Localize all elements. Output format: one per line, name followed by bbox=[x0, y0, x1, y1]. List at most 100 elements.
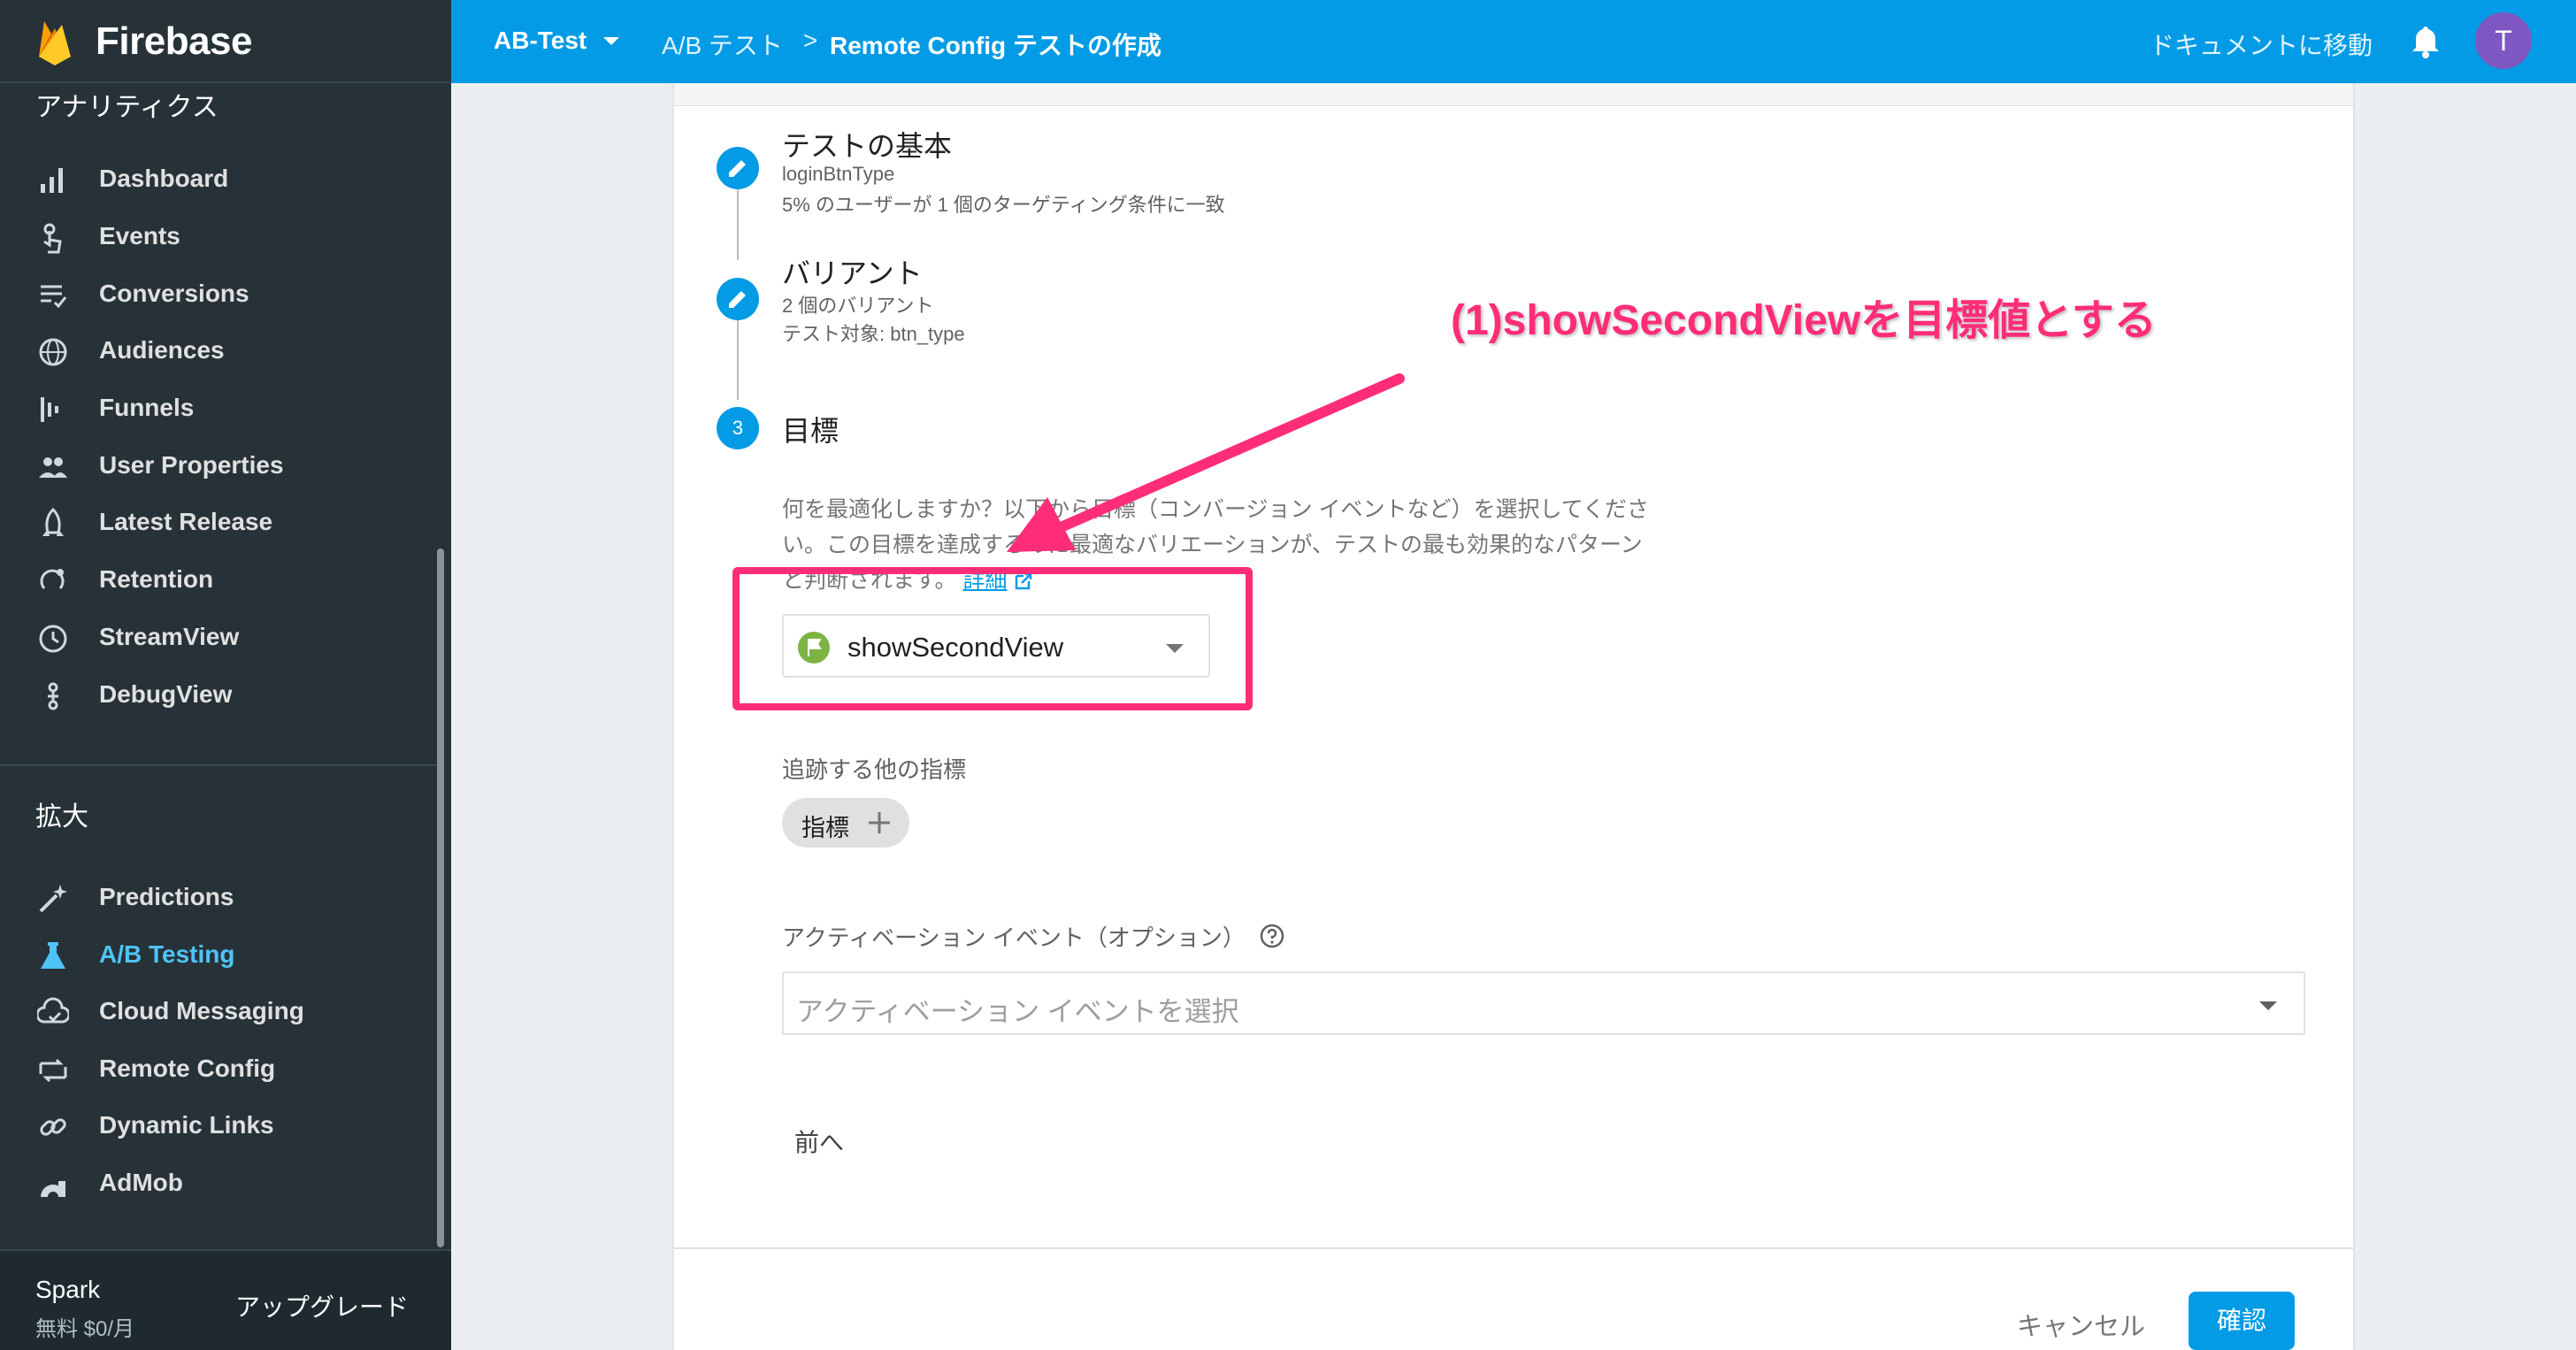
sidebar-item-events[interactable]: Events bbox=[0, 210, 433, 266]
remote-config-icon bbox=[39, 1058, 67, 1083]
sidebar-item-dashboard[interactable]: Dashboard bbox=[0, 152, 433, 209]
sidebar-item-label: Cloud Messaging bbox=[99, 997, 304, 1024]
confirm-button[interactable]: 確認 bbox=[2189, 1292, 2295, 1350]
goal-description-line: 何を最適化しますか？以下から目標（コンバージョン イベントなど）を選択してくださ bbox=[782, 497, 1649, 522]
sidebar-scrollbar[interactable] bbox=[437, 548, 444, 1247]
sidebar-item-label: Latest Release bbox=[99, 508, 273, 535]
sidebar-item-label: Events bbox=[99, 222, 180, 249]
sidebar-item-label: Predictions bbox=[99, 883, 234, 910]
plan-area: Spark 無料 $0/月 アップグレード bbox=[0, 1249, 451, 1350]
stepper-line bbox=[737, 189, 739, 260]
sidebar-item-label: User Properties bbox=[99, 451, 284, 479]
chevron-down-icon bbox=[2259, 1001, 2277, 1010]
breadcrumb-separator: > bbox=[803, 27, 818, 54]
plan-name: Spark bbox=[35, 1276, 101, 1303]
breadcrumb-current: Remote Config テストの作成 bbox=[830, 32, 1162, 59]
funnel-icon bbox=[41, 397, 58, 422]
plus-icon bbox=[869, 812, 890, 833]
firebase-logo-icon bbox=[39, 21, 71, 65]
cloud-icon bbox=[37, 997, 69, 1024]
sidebar-item-latest-release[interactable]: Latest Release bbox=[0, 495, 433, 552]
app-name: Firebase bbox=[96, 19, 252, 63]
sidebar-item-funnels[interactable]: Funnels bbox=[0, 381, 433, 438]
section-grow: 拡大 bbox=[35, 802, 88, 832]
top-header: AB-Test A/B テスト > Remote Config テストの作成 ド… bbox=[451, 0, 2576, 83]
sidebar-item-streamview[interactable]: StreamView bbox=[0, 610, 433, 667]
chevron-down-icon[interactable] bbox=[603, 37, 619, 45]
globe-icon bbox=[39, 338, 67, 366]
test-creation-card bbox=[674, 83, 2353, 1350]
step-3-title: 目標 bbox=[782, 415, 840, 447]
step-2-title: バリアント bbox=[782, 257, 923, 289]
conversions-icon bbox=[41, 285, 67, 309]
pencil-icon bbox=[729, 291, 746, 308]
project-selector[interactable]: AB-Test bbox=[494, 27, 586, 55]
sidebar-item-ab-testing[interactable]: A/B Testing bbox=[0, 928, 433, 985]
help-icon[interactable] bbox=[1260, 924, 1284, 948]
sidebar-item-label: Conversions bbox=[99, 280, 249, 307]
sidebar-item-admob[interactable]: AdMob bbox=[0, 1156, 433, 1213]
link-icon bbox=[40, 1118, 66, 1136]
sidebar-item-retention[interactable]: Retention bbox=[0, 553, 433, 610]
step-2-sub1: 2 個のバリアント bbox=[782, 295, 934, 317]
sidebar: Firebase アナリティクス Dashboard Events Conver… bbox=[0, 0, 451, 1350]
card-top-band bbox=[674, 83, 2353, 106]
sidebar-item-user-properties[interactable]: User Properties bbox=[0, 439, 433, 495]
annotation-text: (1)showSecondViewを目標値とする bbox=[1451, 297, 2157, 344]
admob-icon bbox=[41, 1181, 65, 1197]
flask-icon bbox=[41, 942, 65, 969]
brand[interactable]: Firebase bbox=[0, 0, 451, 83]
upgrade-button[interactable]: アップグレード bbox=[235, 1288, 409, 1323]
step-1-title: テストの基本 bbox=[782, 130, 953, 162]
sidebar-item-conversions[interactable]: Conversions bbox=[0, 267, 433, 324]
retention-icon bbox=[40, 569, 65, 589]
sidebar-item-label: Remote Config bbox=[99, 1055, 276, 1082]
sidebar-item-label: AdMob bbox=[99, 1169, 183, 1196]
cancel-button[interactable]: キャンセル bbox=[2017, 1306, 2145, 1343]
annotation-highlight-box bbox=[732, 567, 1253, 710]
sidebar-item-label: Dashboard bbox=[99, 165, 229, 192]
card-footer-divider bbox=[674, 1247, 2353, 1249]
rocket-icon bbox=[42, 508, 64, 536]
sidebar-item-label: Funnels bbox=[99, 394, 195, 421]
section-analytics: アナリティクス bbox=[35, 93, 218, 122]
sidebar-item-audiences[interactable]: Audiences bbox=[0, 324, 433, 380]
sidebar-item-remote-config[interactable]: Remote Config bbox=[0, 1042, 433, 1099]
step-2-sub2: テスト対象: btn_type bbox=[782, 323, 965, 345]
add-metric-chip[interactable]: 指標 bbox=[782, 798, 909, 848]
users-icon bbox=[39, 457, 67, 478]
prev-button[interactable]: 前へ bbox=[794, 1124, 844, 1159]
clock-icon bbox=[39, 625, 67, 653]
step-1-sub1: loginBtnType bbox=[782, 163, 895, 185]
avatar[interactable]: T bbox=[2475, 12, 2532, 69]
sidebar-item-label: DebugView bbox=[99, 680, 233, 708]
sidebar-item-cloud-messaging[interactable]: Cloud Messaging bbox=[0, 985, 433, 1041]
sidebar-item-label: A/B Testing bbox=[99, 940, 235, 968]
sidebar-item-label: Retention bbox=[99, 565, 214, 593]
sidebar-item-predictions[interactable]: Predictions bbox=[0, 871, 433, 927]
activation-event-label: アクティベーション イベント（オプション） bbox=[782, 924, 1246, 951]
sidebar-item-label: StreamView bbox=[99, 623, 240, 650]
step-1-edit[interactable] bbox=[717, 147, 759, 189]
debug-icon bbox=[48, 682, 58, 710]
goal-description-line: い。この目標を達成するのに最適なバリエーションが、テストの最も効果的なパターン bbox=[782, 533, 1643, 557]
sidebar-divider bbox=[0, 764, 437, 766]
wand-icon bbox=[39, 885, 67, 913]
touch-icon bbox=[43, 223, 62, 254]
step-2-edit[interactable] bbox=[717, 278, 759, 320]
bar-chart-icon bbox=[41, 168, 63, 193]
bell-icon[interactable] bbox=[2408, 23, 2443, 58]
pencil-icon bbox=[729, 160, 746, 177]
activation-event-select[interactable]: アクティベーション イベントを選択 bbox=[782, 971, 2305, 1035]
sidebar-item-label: Audiences bbox=[99, 336, 225, 364]
sidebar-item-dynamic-links[interactable]: Dynamic Links bbox=[0, 1099, 433, 1155]
sidebar-item-debugview[interactable]: DebugView bbox=[0, 668, 433, 725]
docs-link[interactable]: ドキュメントに移動 bbox=[2150, 27, 2373, 62]
stepper-line bbox=[737, 320, 739, 400]
activation-event-placeholder: アクティベーション イベントを選択 bbox=[796, 996, 1239, 1027]
other-metrics-label: 追跡する他の指標 bbox=[782, 756, 967, 783]
breadcrumb-ab-testing[interactable]: A/B テスト bbox=[662, 27, 783, 62]
metric-chip-label: 指標 bbox=[801, 815, 849, 841]
step-1-sub2: 5% のユーザーが 1 個のターゲティング条件に一致 bbox=[782, 194, 1225, 216]
plan-price: 無料 $0/月 bbox=[35, 1317, 135, 1341]
